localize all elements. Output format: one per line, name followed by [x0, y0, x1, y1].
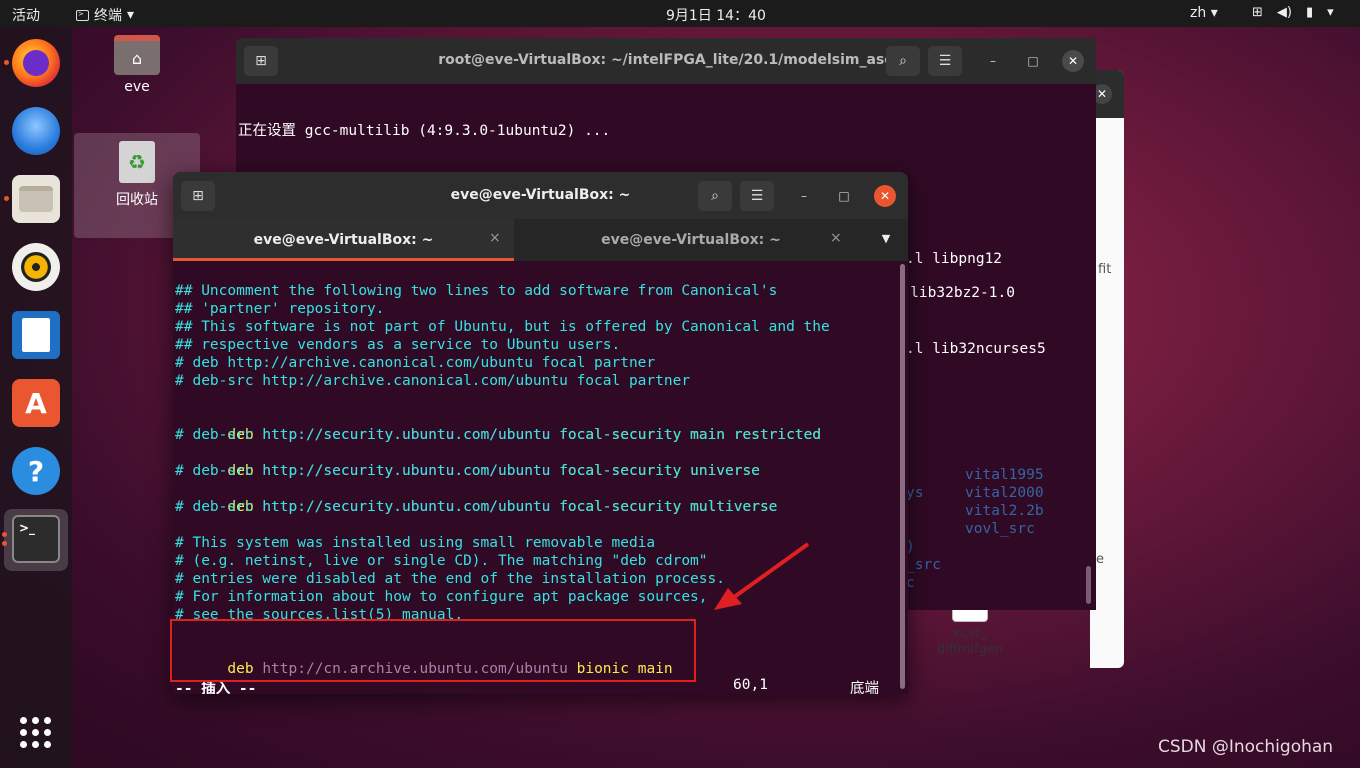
- search-icon[interactable]: ⌕: [886, 46, 920, 76]
- maximize-icon[interactable]: □: [833, 185, 855, 207]
- top-bar: 活动 > 终端 ▾ 9月1日 14：40 zh ▾ ⊞ ◀) ▮ ▾: [0, 0, 1360, 27]
- rhythmbox-icon[interactable]: [12, 243, 60, 291]
- app-menu-label: 终端: [94, 8, 122, 24]
- text-line: # entries were disabled at the end of th…: [175, 571, 725, 587]
- back-terminal-header: ⊞ root@eve-VirtualBox: ~/intelFPGA_lite/…: [236, 38, 1096, 84]
- file-label: e: [1096, 552, 1104, 567]
- back-terminal-title: root@eve-VirtualBox: ~/intelFPGA_lite/20…: [438, 52, 894, 68]
- volume-icon: ◀): [1276, 5, 1292, 20]
- text-line: ## Uncomment the following two lines to …: [175, 283, 778, 299]
- ls-item: vovl_src: [965, 521, 1035, 537]
- chevron-down-icon: ▾: [1327, 5, 1334, 20]
- system-tray[interactable]: ⊞ ◀) ▮ ▾: [1252, 5, 1334, 20]
- terminal-icon[interactable]: >_: [12, 515, 60, 563]
- text-line: # deb-src http://archive.canonical.com/u…: [175, 373, 691, 389]
- menu-icon[interactable]: ☰: [740, 181, 774, 211]
- front-terminal-header: ⊞ eve@eve-VirtualBox: ~ ⌕ ☰ – □ ✕: [173, 172, 908, 219]
- text-line: # deb http://archive.canonical.com/ubunt…: [175, 355, 656, 371]
- terminal-fragment: _src: [906, 557, 941, 573]
- file-item-label: diffmifgen: [936, 642, 1004, 657]
- dock: A ? >_: [0, 27, 72, 768]
- tab-terminal-2[interactable]: eve@eve-VirtualBox: ~ ×: [514, 219, 868, 261]
- text-line: ## This software is not part of Ubuntu, …: [175, 319, 830, 335]
- tab-label: eve@eve-VirtualBox: ~: [253, 232, 434, 248]
- terminal-fragment: .l lib32ncurses5: [906, 341, 1046, 357]
- text-line: ## 'partner' repository.: [175, 301, 385, 317]
- maximize-icon[interactable]: □: [1022, 50, 1044, 72]
- running-indicator: [4, 60, 9, 65]
- lang-label: zh: [1190, 5, 1207, 21]
- close-icon[interactable]: ✕: [874, 185, 896, 207]
- terminal-mini-icon: >: [76, 9, 89, 21]
- input-method-indicator[interactable]: zh ▾: [1190, 5, 1218, 21]
- close-icon[interactable]: ×: [489, 230, 501, 246]
- clock[interactable]: 9月1日 14：40: [666, 5, 766, 25]
- scrollbar[interactable]: [900, 264, 905, 689]
- terminal-fragment: ys: [906, 485, 924, 501]
- running-indicator: [2, 532, 7, 537]
- home-folder-icon: ⌂: [114, 35, 160, 75]
- text-line: # For information about how to configure…: [175, 589, 708, 605]
- app-menu[interactable]: > 终端 ▾: [76, 5, 134, 25]
- terminal-fragment: .l libpng12: [906, 251, 1003, 267]
- minimize-icon[interactable]: –: [982, 50, 1004, 72]
- firefox-icon[interactable]: [12, 39, 60, 87]
- text-line: deb http://security.ubuntu.com/ubuntu fo…: [227, 427, 822, 443]
- text-line: # deb-src http://security.ubuntu.com/ubu…: [175, 463, 760, 479]
- ls-item: vital2.2b: [965, 503, 1044, 519]
- menu-icon[interactable]: ☰: [928, 46, 962, 76]
- desktop-trash-label: 回收站: [116, 192, 158, 208]
- files-icon[interactable]: [12, 175, 60, 223]
- search-icon[interactable]: ⌕: [698, 181, 732, 211]
- running-indicator: [2, 541, 7, 546]
- text-line: ## respective vendors as a service to Ub…: [175, 337, 621, 353]
- text-line: # deb-src http://security.ubuntu.com/ubu…: [175, 427, 822, 443]
- annotation-arrow: [714, 542, 810, 610]
- file-item-label: xcvr_: [952, 626, 988, 641]
- desktop-home-folder[interactable]: ⌂ eve: [74, 35, 200, 95]
- ls-item: vital1995: [965, 467, 1044, 483]
- terminal-line: 正在设置 gcc-multilib (4:9.3.0-1ubuntu2) ...: [238, 123, 611, 139]
- highlight-box: [170, 619, 696, 682]
- close-icon[interactable]: ✕: [1062, 50, 1084, 72]
- tab-label: eve@eve-VirtualBox: ~: [601, 232, 781, 248]
- software-icon[interactable]: A: [12, 379, 60, 427]
- tab-bar: eve@eve-VirtualBox: ~ × eve@eve-VirtualB…: [173, 219, 908, 261]
- desktop-home-label: eve: [124, 79, 150, 95]
- chevron-down-icon[interactable]: ▼: [878, 232, 894, 248]
- text-line: # This system was installed using small …: [175, 535, 656, 551]
- thunderbird-icon[interactable]: [12, 107, 60, 155]
- text-line: deb http://security.ubuntu.com/ubuntu fo…: [227, 463, 760, 479]
- text-line: # deb-src http://security.ubuntu.com/ubu…: [175, 499, 778, 515]
- trash-icon: ♻: [119, 141, 155, 183]
- scrollbar[interactable]: [1086, 566, 1091, 604]
- ls-item: vital2000: [965, 485, 1044, 501]
- cursor-position: 60,1: [733, 677, 768, 693]
- watermark: CSDN @Inochigohan: [1158, 737, 1334, 757]
- close-icon[interactable]: ×: [830, 230, 842, 246]
- network-icon: ⊞: [1252, 5, 1263, 20]
- chevron-down-icon: ▾: [127, 7, 135, 23]
- writer-icon[interactable]: [12, 311, 60, 359]
- activities-button[interactable]: 活动: [12, 5, 40, 25]
- minimize-icon[interactable]: –: [793, 185, 815, 207]
- scroll-position: 底端: [850, 681, 879, 694]
- chevron-down-icon: ▾: [1210, 5, 1218, 21]
- running-indicator: [4, 196, 9, 201]
- tab-terminal-1[interactable]: eve@eve-VirtualBox: ~ ×: [173, 219, 514, 261]
- show-applications-icon[interactable]: [20, 717, 52, 749]
- text-line: # (e.g. netinst, live or single CD). The…: [175, 553, 708, 569]
- file-label: fit: [1098, 262, 1112, 277]
- text-line: deb http://security.ubuntu.com/ubuntu fo…: [227, 499, 778, 515]
- battery-icon: ▮: [1305, 5, 1314, 20]
- help-icon[interactable]: ?: [12, 447, 60, 495]
